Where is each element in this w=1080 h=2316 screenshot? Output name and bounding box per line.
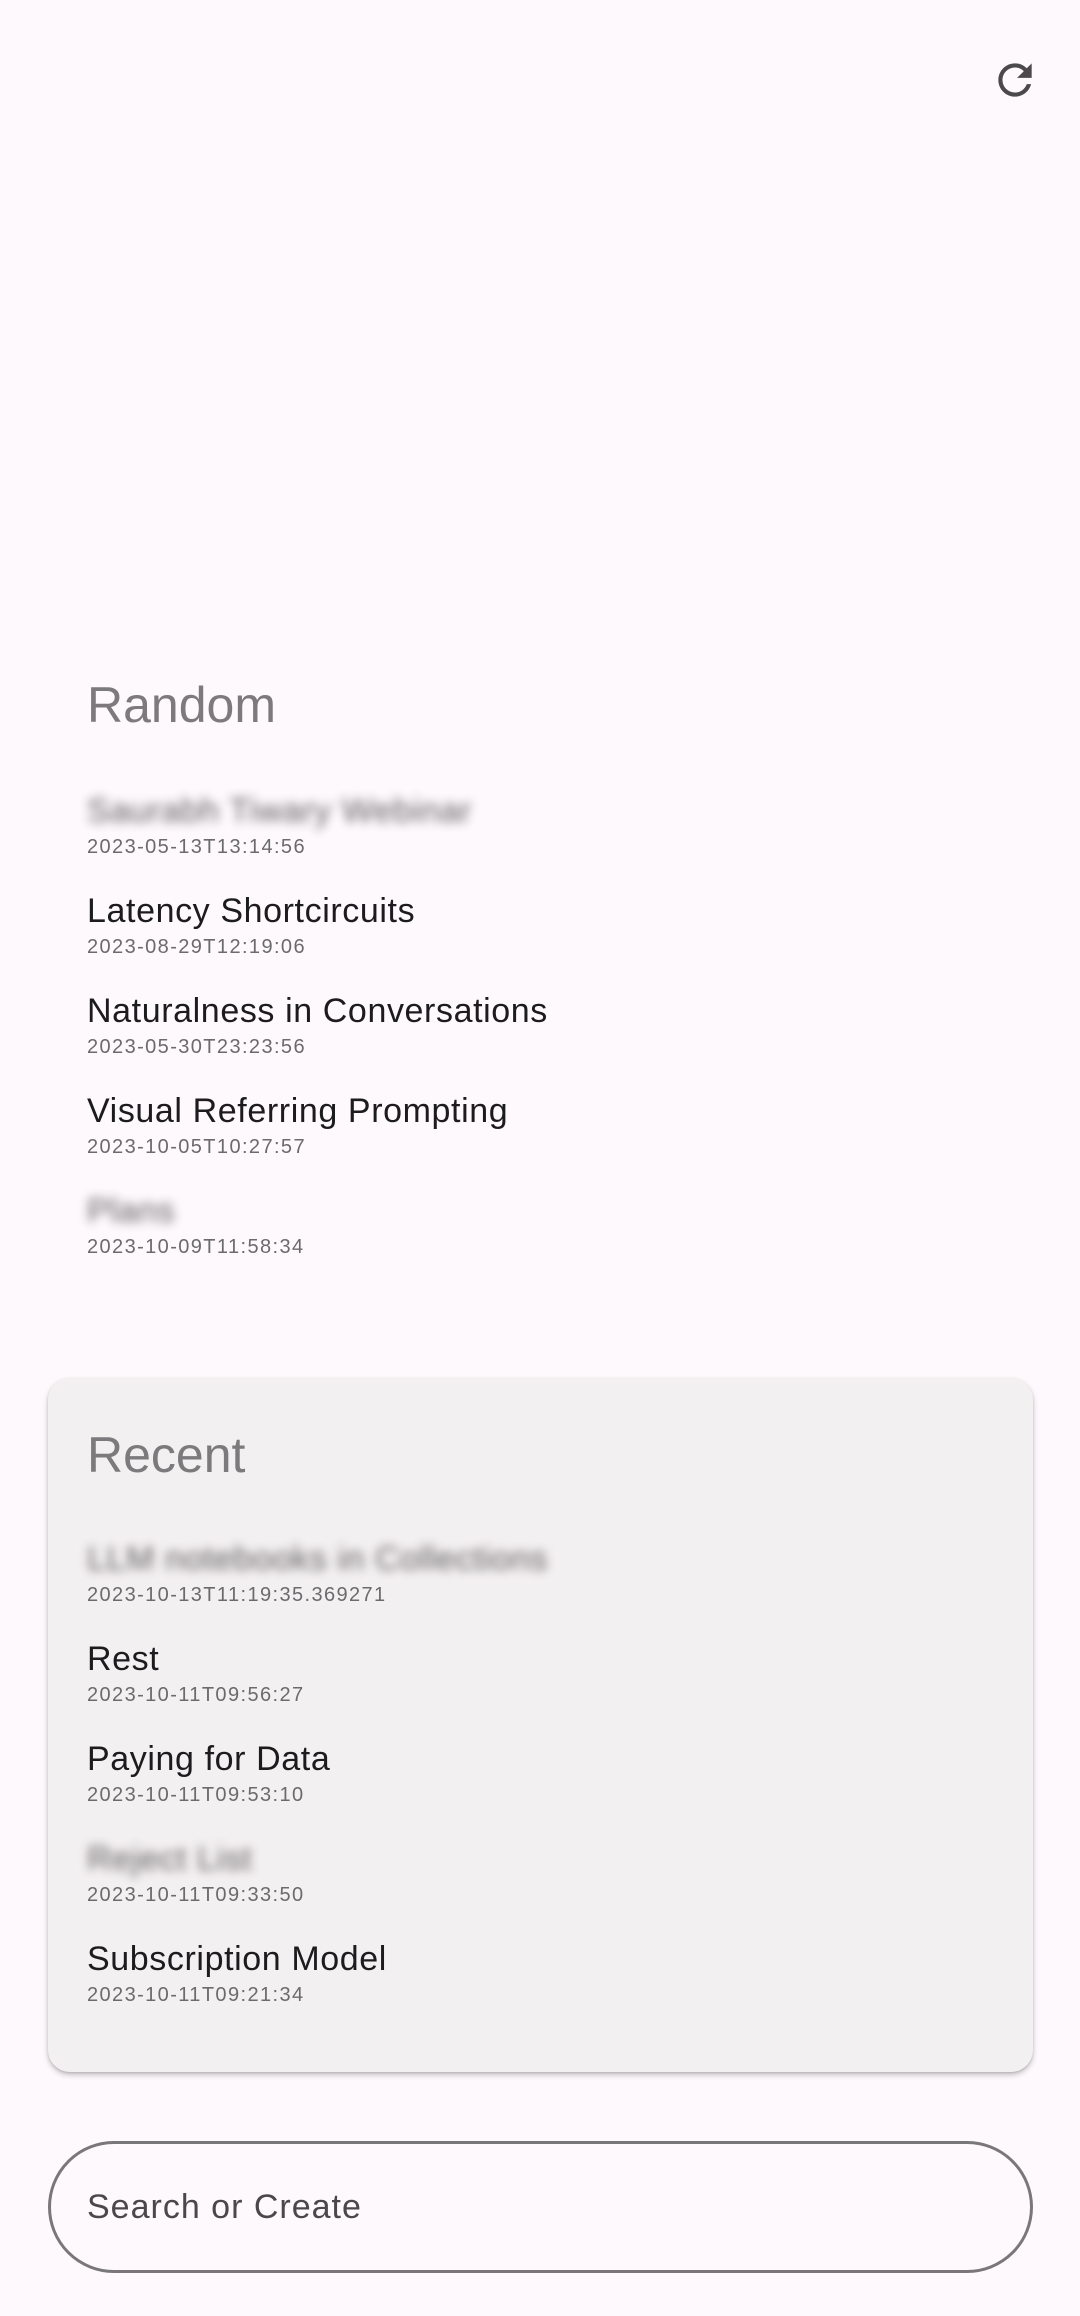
search-input[interactable]: Search or Create — [48, 2141, 1033, 2273]
item-title: Paying for Data — [87, 1740, 331, 1778]
search-placeholder: Search or Create — [87, 2187, 362, 2226]
item-date: 2023-10-11T09:56:27 — [87, 1684, 305, 1706]
item-title: Saurabh Tiwary Webinar — [87, 792, 472, 830]
item-title: Naturalness in Conversations — [87, 992, 548, 1030]
random-item[interactable]: Plans 2023-10-09T11:58:34 — [87, 1190, 987, 1290]
recent-item[interactable]: Rest 2023-10-11T09:56:27 — [87, 1638, 1033, 1738]
recent-section-title: Recent — [87, 1427, 246, 1483]
item-date: 2023-10-11T09:33:50 — [87, 1884, 305, 1906]
recent-item[interactable]: Subscription Model 2023-10-11T09:21:34 — [87, 1938, 1033, 2038]
random-section: Random Saurabh Tiwary Webinar 2023-05-13… — [87, 676, 987, 1290]
random-item[interactable]: Saurabh Tiwary Webinar 2023-05-13T13:14:… — [87, 790, 987, 890]
item-title: Subscription Model — [87, 1940, 387, 1978]
recent-item[interactable]: Paying for Data 2023-10-11T09:53:10 — [87, 1738, 1033, 1838]
random-section-title: Random — [87, 677, 276, 733]
item-date: 2023-10-05T10:27:57 — [87, 1136, 306, 1158]
item-date: 2023-05-30T23:23:56 — [87, 1036, 306, 1058]
recent-section-card: Recent LLM notebooks in Collections 2023… — [48, 1378, 1033, 2072]
item-date: 2023-10-13T11:19:35.369271 — [87, 1584, 387, 1606]
random-item[interactable]: Naturalness in Conversations 2023-05-30T… — [87, 990, 987, 1090]
item-title: Rest — [87, 1640, 160, 1678]
refresh-button[interactable] — [975, 40, 1055, 120]
item-date: 2023-10-11T09:53:10 — [87, 1784, 305, 1806]
refresh-icon — [998, 63, 1032, 97]
random-item[interactable]: Latency Shortcircuits 2023-08-29T12:19:0… — [87, 890, 987, 990]
item-title: Plans — [87, 1192, 176, 1230]
item-date: 2023-10-11T09:21:34 — [87, 1984, 305, 2006]
recent-item[interactable]: LLM notebooks in Collections 2023-10-13T… — [87, 1538, 1033, 1638]
item-title: Latency Shortcircuits — [87, 892, 416, 930]
recent-item[interactable]: Reject List 2023-10-11T09:33:50 — [87, 1838, 1033, 1938]
random-item[interactable]: Visual Referring Prompting 2023-10-05T10… — [87, 1090, 987, 1190]
item-title: LLM notebooks in Collections — [87, 1540, 548, 1578]
item-title: Visual Referring Prompting — [87, 1092, 509, 1130]
item-title: Reject List — [87, 1840, 253, 1878]
item-date: 2023-08-29T12:19:06 — [87, 936, 306, 958]
item-date: 2023-10-09T11:58:34 — [87, 1236, 305, 1258]
item-date: 2023-05-13T13:14:56 — [87, 836, 306, 858]
app-screen: Random Saurabh Tiwary Webinar 2023-05-13… — [0, 0, 1080, 2316]
